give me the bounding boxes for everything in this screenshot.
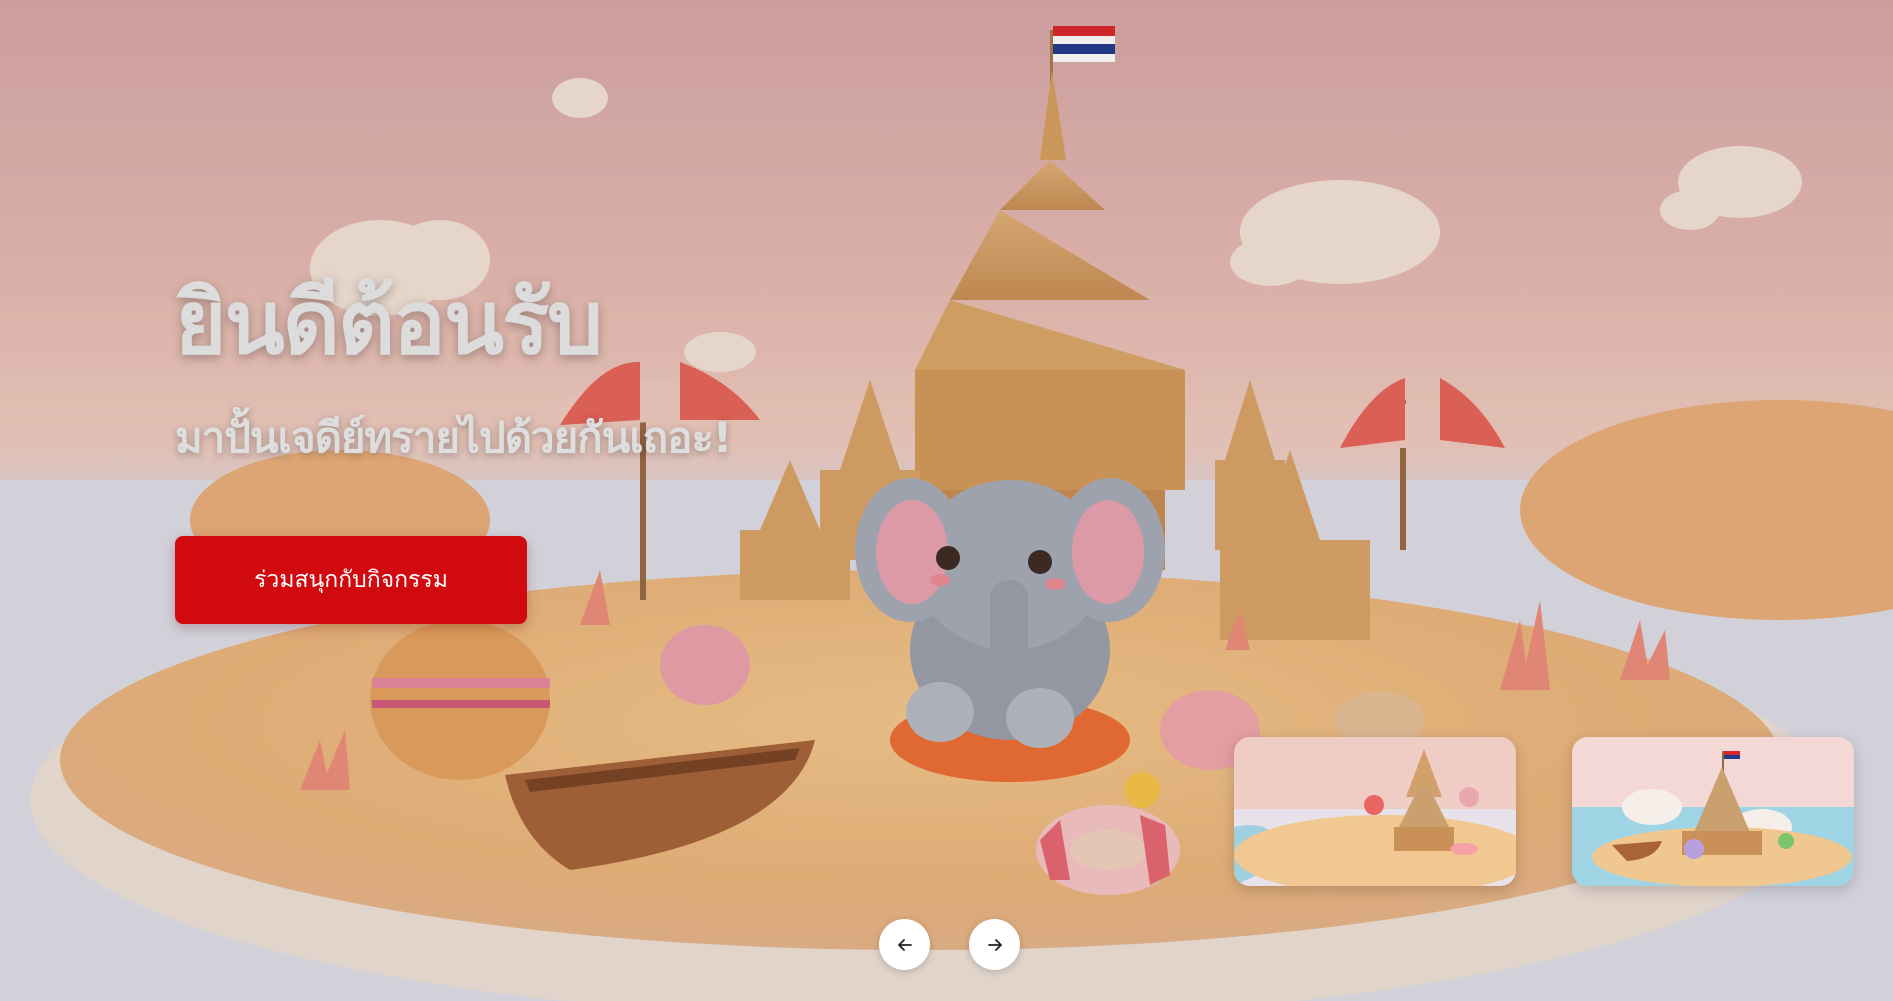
hero-subtitle: มาปั้นเจดีย์ทรายไปด้วยกันเถอะ!	[175, 413, 732, 462]
previous-slide-button[interactable]	[879, 919, 930, 970]
arrow-left-icon	[897, 938, 912, 951]
next-slide-button[interactable]	[969, 919, 1020, 970]
slide-thumbnail-2[interactable]	[1572, 737, 1854, 886]
slide-thumbnail-1[interactable]	[1234, 737, 1516, 886]
sand-pagoda-beach-thumbnail	[1234, 737, 1516, 886]
hero-title: ยินดีต้อนรับ	[175, 271, 603, 374]
join-activity-button[interactable]: ร่วมสนุกกับกิจกรรม	[175, 536, 527, 624]
sand-temple-island-boat-thumbnail	[1572, 737, 1854, 886]
arrow-right-icon	[987, 938, 1002, 951]
hero-section: ยินดีต้อนรับ มาปั้นเจดีย์ทรายไปด้วยกันเถ…	[0, 0, 1893, 1001]
